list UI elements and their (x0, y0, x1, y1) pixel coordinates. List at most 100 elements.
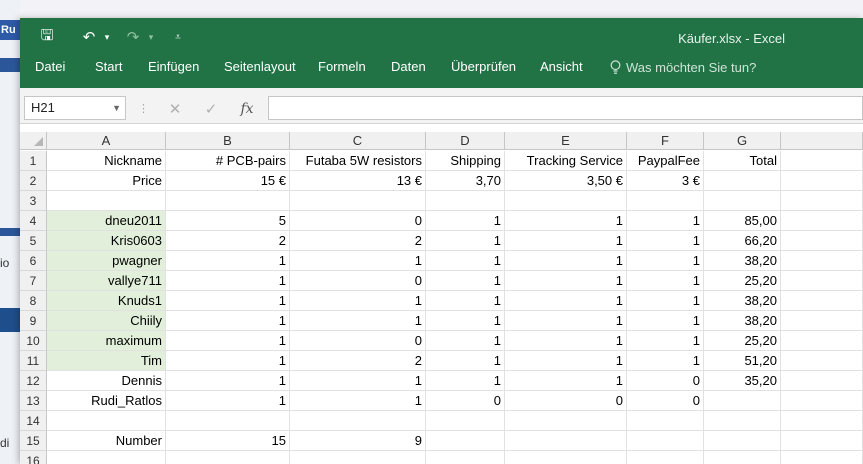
cell-d16[interactable] (426, 451, 505, 464)
column-header-empty[interactable] (781, 132, 863, 150)
cell-g8[interactable]: 38,20 (704, 291, 781, 311)
column-header-g[interactable]: G (704, 132, 781, 150)
cell-c11[interactable]: 2 (290, 351, 426, 371)
cell-empty[interactable] (781, 291, 863, 311)
cell-f13[interactable]: 0 (627, 391, 704, 411)
cell-e11[interactable]: 1 (505, 351, 627, 371)
cell-e5[interactable]: 1 (505, 231, 627, 251)
cell-d3[interactable] (426, 191, 505, 211)
cell-d4[interactable]: 1 (426, 211, 505, 231)
row-header[interactable]: 4 (20, 211, 47, 231)
tab-seitenlayout[interactable]: Seitenlayout (224, 56, 296, 78)
confirm-icon[interactable]: ✓ (200, 98, 222, 120)
cell-b6[interactable]: 1 (166, 251, 290, 271)
cancel-icon[interactable]: ✕ (164, 98, 186, 120)
cell-d10[interactable]: 1 (426, 331, 505, 351)
cell-a9[interactable]: Chiily (47, 311, 166, 331)
row-header[interactable]: 5 (20, 231, 47, 251)
customize-quick-access-icon[interactable]: ⩡ (170, 26, 186, 48)
cell-empty[interactable] (781, 231, 863, 251)
cell-g2[interactable] (704, 171, 781, 191)
cell-e9[interactable]: 1 (505, 311, 627, 331)
redo-icon[interactable]: ↷ (122, 26, 144, 48)
cell-b8[interactable]: 1 (166, 291, 290, 311)
cell-d7[interactable]: 1 (426, 271, 505, 291)
cell-g14[interactable] (704, 411, 781, 431)
row-header[interactable]: 9 (20, 311, 47, 331)
row-header[interactable]: 7 (20, 271, 47, 291)
cell-f15[interactable] (627, 431, 704, 451)
cell-f14[interactable] (627, 411, 704, 431)
cell-empty[interactable] (781, 171, 863, 191)
cell-e10[interactable]: 1 (505, 331, 627, 351)
cell-b15[interactable]: 15 (166, 431, 290, 451)
cell-d1[interactable]: Shipping (426, 151, 505, 171)
cell-a2[interactable]: Price (47, 171, 166, 191)
row-header[interactable]: 8 (20, 291, 47, 311)
cell-f2[interactable]: 3 € (627, 171, 704, 191)
cell-c16[interactable] (290, 451, 426, 464)
redo-dropdown-icon[interactable]: ▾ (146, 26, 156, 48)
cell-b10[interactable]: 1 (166, 331, 290, 351)
cell-f6[interactable]: 1 (627, 251, 704, 271)
cell-g16[interactable] (704, 451, 781, 464)
cell-a8[interactable]: Knuds1 (47, 291, 166, 311)
tab-ueberpruefen[interactable]: Überprüfen (451, 56, 516, 78)
name-box[interactable]: H21 ▼ (24, 96, 126, 120)
cell-a16[interactable] (47, 451, 166, 464)
cell-g1[interactable]: Total (704, 151, 781, 171)
cell-a3[interactable] (47, 191, 166, 211)
cell-b16[interactable] (166, 451, 290, 464)
cell-f1[interactable]: PaypalFee (627, 151, 704, 171)
tab-einfuegen[interactable]: Einfügen (148, 56, 199, 78)
cell-a1[interactable]: Nickname (47, 151, 166, 171)
cell-e1[interactable]: Tracking Service (505, 151, 627, 171)
undo-dropdown-icon[interactable]: ▾ (102, 26, 112, 48)
cell-c7[interactable]: 0 (290, 271, 426, 291)
cell-a7[interactable]: vallye711 (47, 271, 166, 291)
cell-c12[interactable]: 1 (290, 371, 426, 391)
name-box-dropdown-icon[interactable]: ▼ (112, 97, 121, 119)
tab-start[interactable]: Start (95, 56, 122, 78)
cell-c13[interactable]: 1 (290, 391, 426, 411)
column-header-a[interactable]: A (47, 132, 166, 150)
cell-c4[interactable]: 0 (290, 211, 426, 231)
undo-icon[interactable]: ↶ (78, 26, 100, 48)
cell-g6[interactable]: 38,20 (704, 251, 781, 271)
cell-e15[interactable] (505, 431, 627, 451)
cell-empty[interactable] (781, 311, 863, 331)
cell-f3[interactable] (627, 191, 704, 211)
cell-b9[interactable]: 1 (166, 311, 290, 331)
row-header[interactable]: 6 (20, 251, 47, 271)
cell-empty[interactable] (781, 191, 863, 211)
row-header[interactable]: 13 (20, 391, 47, 411)
row-header[interactable]: 3 (20, 191, 47, 211)
cell-e8[interactable]: 1 (505, 291, 627, 311)
cell-f5[interactable]: 1 (627, 231, 704, 251)
row-header[interactable]: 11 (20, 351, 47, 371)
cell-a15[interactable]: Number (47, 431, 166, 451)
cell-e3[interactable] (505, 191, 627, 211)
cell-g4[interactable]: 85,00 (704, 211, 781, 231)
cell-b3[interactable] (166, 191, 290, 211)
cell-g7[interactable]: 25,20 (704, 271, 781, 291)
cell-c2[interactable]: 13 € (290, 171, 426, 191)
cell-c3[interactable] (290, 191, 426, 211)
cell-b14[interactable] (166, 411, 290, 431)
row-header[interactable]: 15 (20, 431, 47, 451)
cell-g13[interactable] (704, 391, 781, 411)
cell-empty[interactable] (781, 351, 863, 371)
cell-f8[interactable]: 1 (627, 291, 704, 311)
cell-c8[interactable]: 1 (290, 291, 426, 311)
cell-e12[interactable]: 1 (505, 371, 627, 391)
cell-b1[interactable]: # PCB-pairs (166, 151, 290, 171)
cell-empty[interactable] (781, 371, 863, 391)
cell-d5[interactable]: 1 (426, 231, 505, 251)
cell-f12[interactable]: 0 (627, 371, 704, 391)
cell-empty[interactable] (781, 211, 863, 231)
cell-b7[interactable]: 1 (166, 271, 290, 291)
cell-g9[interactable]: 38,20 (704, 311, 781, 331)
cell-c14[interactable] (290, 411, 426, 431)
cell-e7[interactable]: 1 (505, 271, 627, 291)
tell-me-search[interactable]: Was möchten Sie tun? (608, 56, 756, 78)
